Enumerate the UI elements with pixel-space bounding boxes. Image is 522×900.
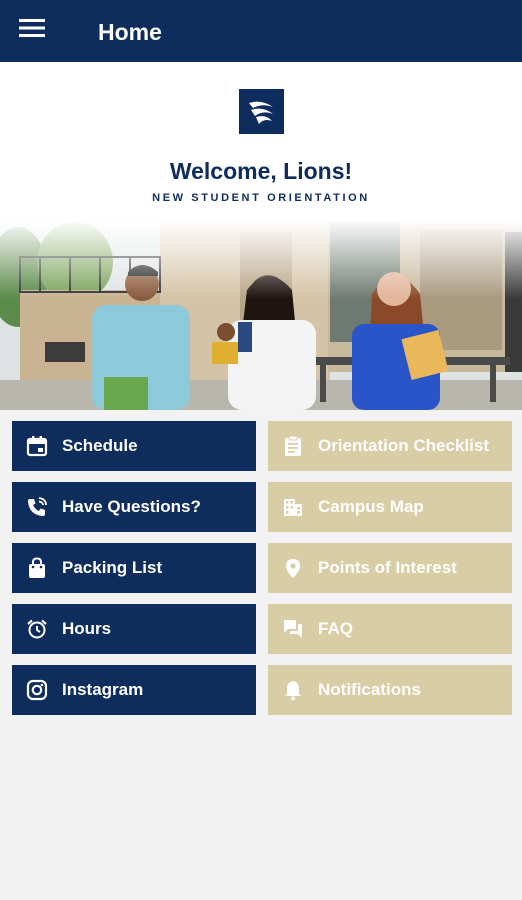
faq-button[interactable]: FAQ (268, 604, 512, 654)
page-title: Home (98, 19, 162, 45)
bell-icon (269, 665, 317, 715)
chat-bubbles-icon (269, 604, 317, 654)
shopping-bag-icon (13, 543, 61, 593)
instagram-label: Instagram (62, 680, 144, 699)
app-bar: Home (0, 0, 522, 62)
notifications-button[interactable]: Notifications (268, 665, 512, 715)
lion-crest-icon (239, 89, 284, 134)
hero-banner: Welcome, Lions! NEW STUDENT ORIENTATION (0, 62, 522, 410)
hours-button[interactable]: Hours (12, 604, 256, 654)
points-of-interest-button[interactable]: Points of Interest (268, 543, 512, 593)
orientation-subtitle: NEW STUDENT ORIENTATION (152, 192, 370, 204)
hamburger-menu-icon[interactable] (18, 17, 54, 45)
faq-label: FAQ (318, 619, 353, 638)
notifications-label: Notifications (318, 680, 421, 699)
schedule-button[interactable]: Schedule (12, 421, 256, 471)
orientation-checklist-button[interactable]: Orientation Checklist (268, 421, 512, 471)
instagram-icon (13, 665, 61, 715)
campus-map-label: Campus Map (318, 497, 424, 516)
location-pin-icon (269, 543, 317, 593)
orientation-checklist-label: Orientation Checklist (318, 436, 489, 455)
have-questions-label: Have Questions? (62, 497, 201, 516)
alarm-clock-icon (13, 604, 61, 654)
welcome-heading: Welcome, Lions! (169, 158, 353, 184)
schedule-label: Schedule (62, 436, 138, 455)
points-of-interest-label: Points of Interest (318, 558, 457, 577)
packing-list-button[interactable]: Packing List (12, 543, 256, 593)
have-questions-button[interactable]: Have Questions? (12, 482, 256, 532)
campus-map-button[interactable]: Campus Map (268, 482, 512, 532)
instagram-button[interactable]: Instagram (12, 665, 256, 715)
building-icon (269, 482, 317, 532)
phone-call-icon (13, 482, 61, 532)
hours-label: Hours (62, 619, 112, 638)
calendar-icon (13, 421, 61, 471)
packing-list-label: Packing List (62, 558, 163, 577)
clipboard-icon (269, 421, 317, 471)
